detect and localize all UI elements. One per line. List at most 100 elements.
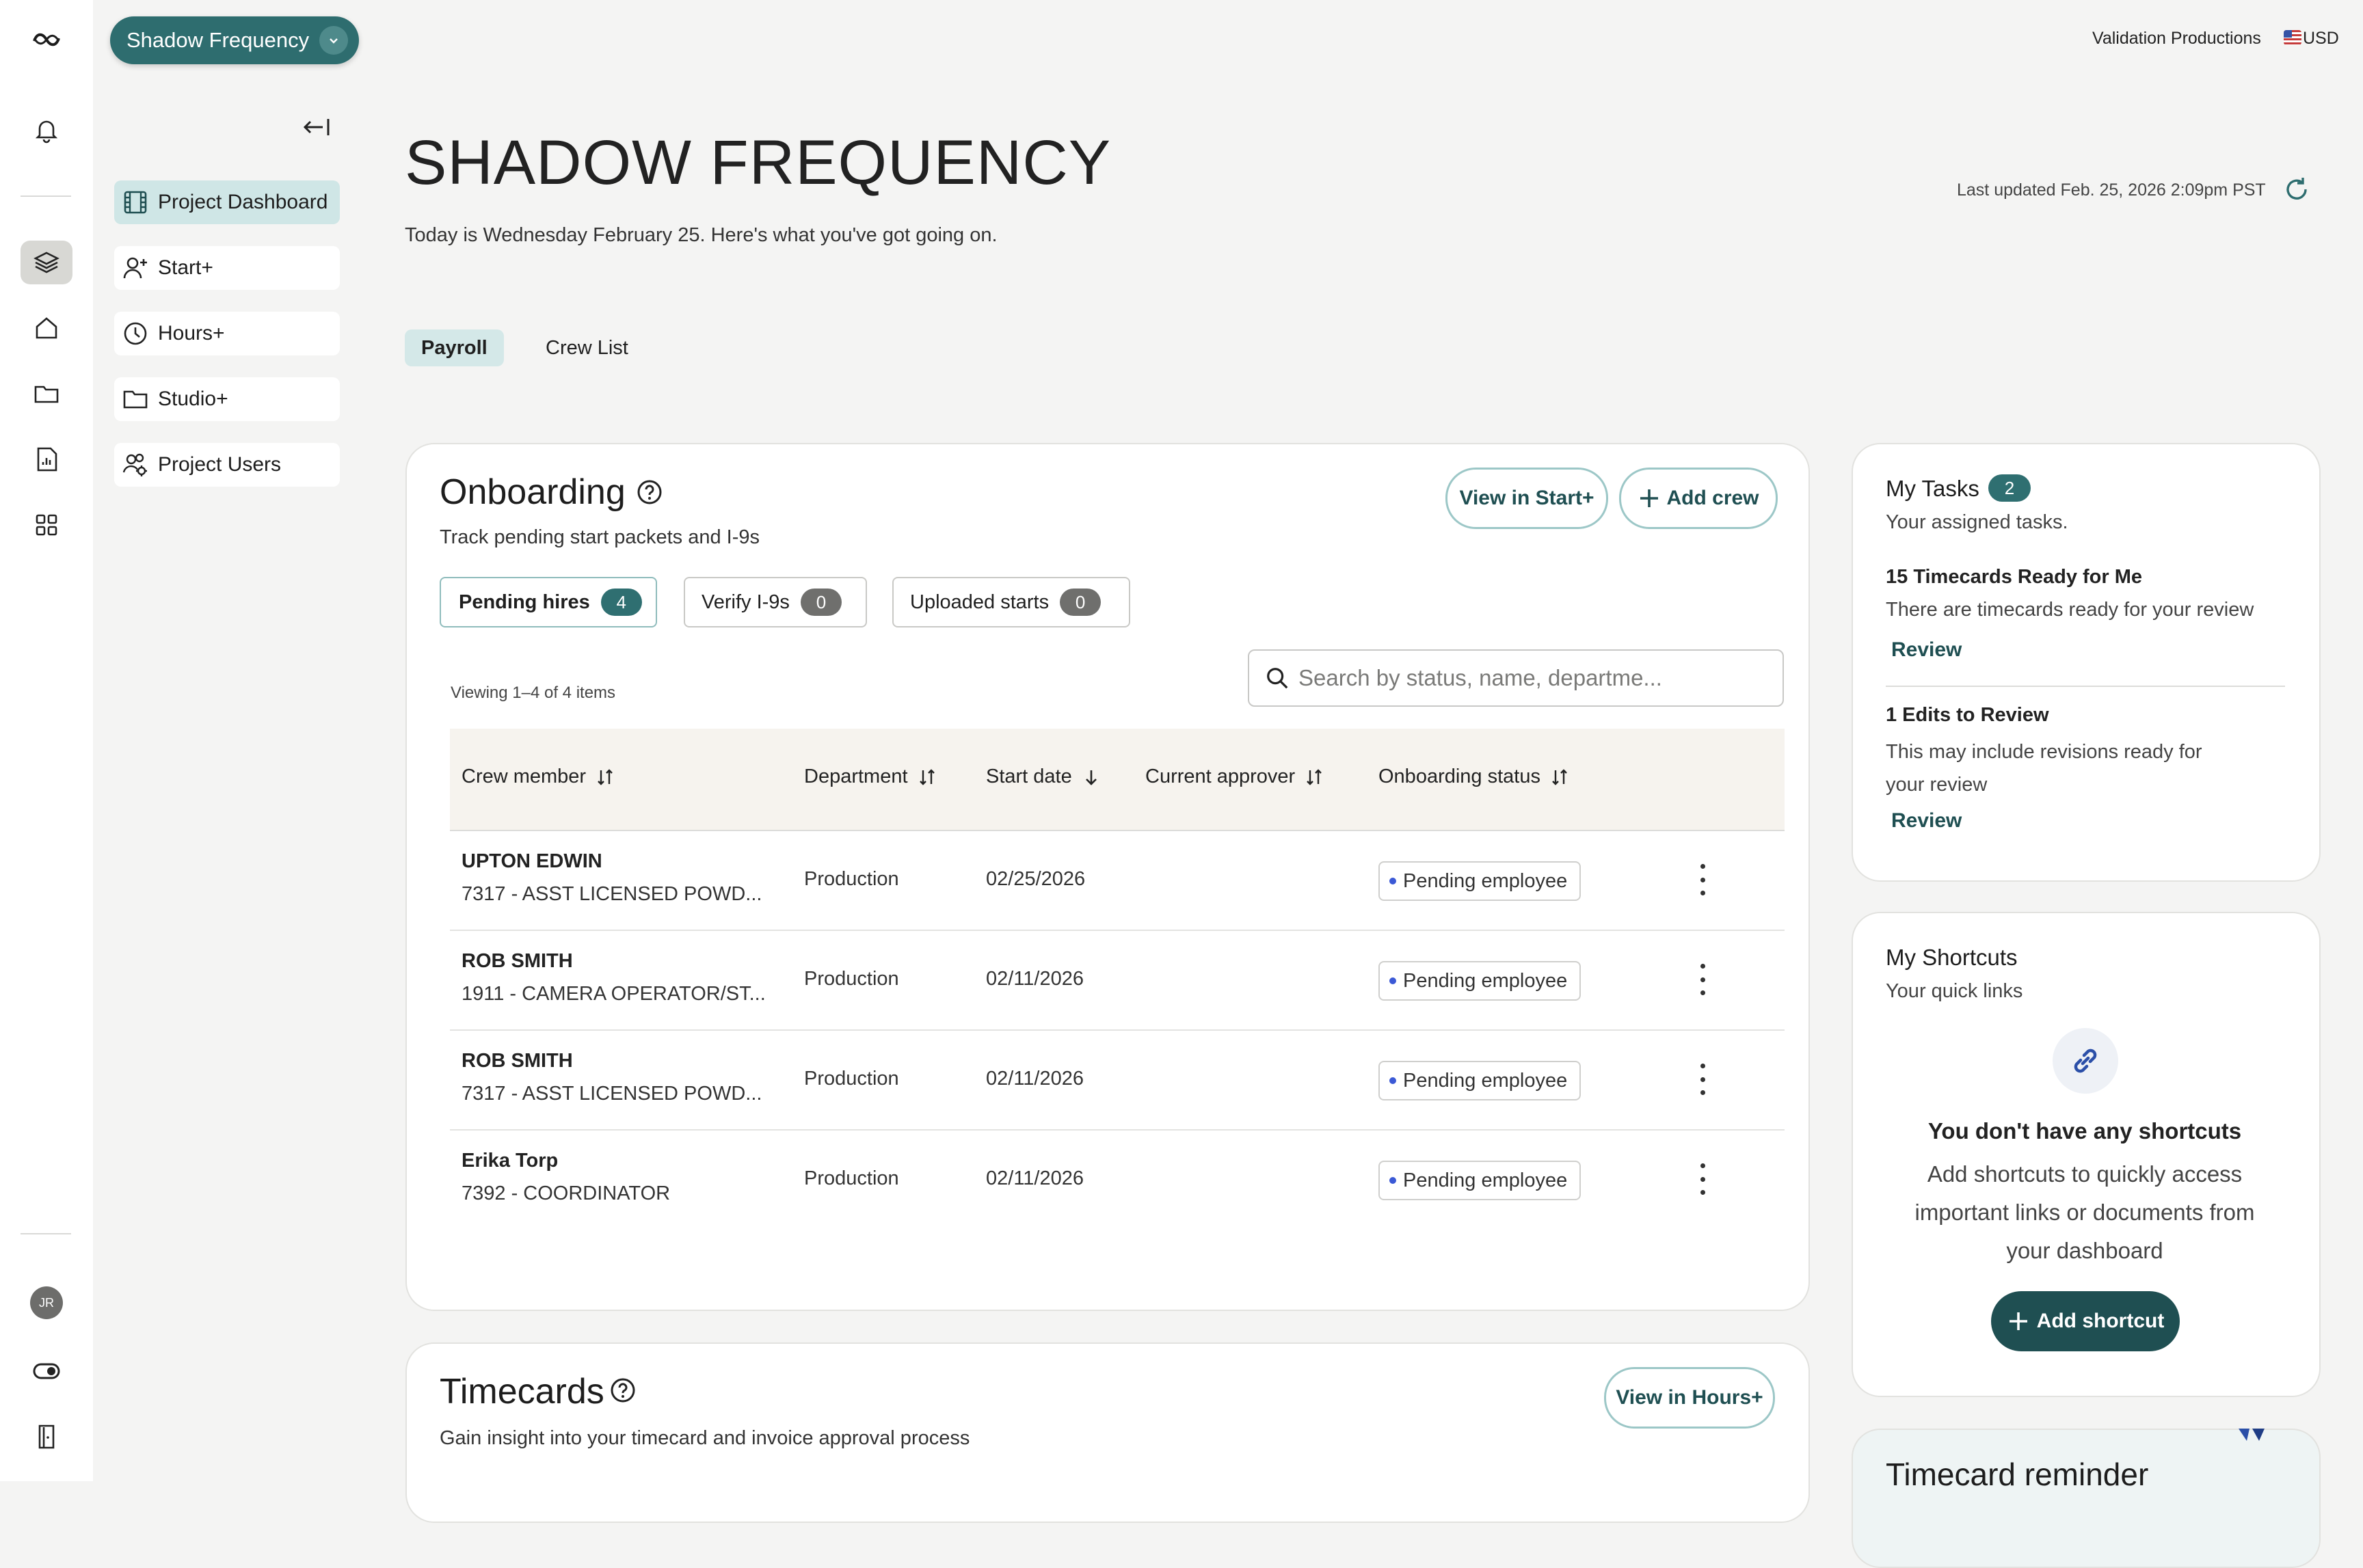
column-header-start-date[interactable]: Start date [986,766,1101,788]
chip-pending-hires[interactable]: Pending hires 4 [440,577,657,627]
last-updated: Last updated Feb. 25, 2026 2:09pm PST [1957,180,2266,200]
search-icon [1267,668,1288,689]
column-header-department[interactable]: Department [804,766,937,788]
view-in-hours-button[interactable]: View in Hours+ [1604,1367,1775,1429]
project-selector-label: Shadow Frequency [126,28,310,52]
add-crew-button[interactable]: Add crew [1619,468,1778,529]
logout-door-icon[interactable] [21,1415,72,1459]
task-description: There are timecards ready for your revie… [1886,599,2254,621]
sort-icon [1307,768,1322,785]
crew-role: 7317 - ASST LICENSED POWD... [462,1083,762,1105]
empty-shortcuts-description: Add shortcuts to quickly access importan… [1914,1161,2255,1263]
task-title: 1 Edits to Review [1886,704,2049,726]
company-name[interactable]: Validation Productions [2092,29,2261,49]
sidebar-item-label: Project Dashboard [158,191,328,213]
column-header-current-approver[interactable]: Current approver [1145,766,1324,788]
chip-verify-i9s[interactable]: Verify I-9s 0 [684,577,867,627]
row-menu-icon[interactable] [1689,1064,1716,1095]
task-description: This may include revisions ready for you… [1886,741,2202,796]
sidebar-item-start[interactable]: Start+ [114,246,340,290]
tab-crew-list[interactable]: Crew List [529,329,645,366]
user-add-icon [123,257,147,279]
sidebar-item-project-dashboard[interactable]: Project Dashboard [114,180,340,224]
timecard-reminder-card [1852,1429,2321,1568]
empty-shortcuts-title: You don't have any shortcuts [1927,1118,2242,1144]
toggle-icon[interactable] [21,1349,72,1393]
sort-icon [1552,768,1567,785]
status-dot [1389,977,1396,984]
table-row[interactable]: ROB SMITH 7317 - ASST LICENSED POWD... P… [450,1029,1785,1131]
avatar[interactable]: JR [30,1286,63,1319]
collapse-sidebar-icon[interactable] [301,113,332,141]
department-cell: Production [804,1068,899,1090]
apps-grid-icon[interactable] [21,503,72,547]
icon-rail: JR [0,0,94,1481]
decorative-shapes-icon [2236,1427,2267,1445]
start-date-cell: 02/25/2026 [986,868,1086,890]
tasks-count-badge: 2 [1988,474,2031,502]
chip-uploaded-starts[interactable]: Uploaded starts 0 [892,577,1130,627]
bell-icon[interactable] [21,108,72,152]
column-header-crew-member[interactable]: Crew member [462,766,615,788]
row-menu-icon[interactable] [1689,864,1716,895]
onboarding-subtitle: Track pending start packets and I-9s [440,526,760,548]
review-link[interactable]: Review [1891,809,1962,833]
timecard-reminder-title: Timecard reminder [1886,1457,2149,1492]
users-gear-icon [122,453,147,476]
brand-logo-icon[interactable] [21,18,72,62]
add-shortcut-button[interactable]: Add shortcut [1991,1291,2180,1351]
viewing-count: Viewing 1–4 of 4 items [451,684,616,702]
status-badge: Pending employee [1378,861,1581,901]
department-cell: Production [804,1167,899,1189]
row-menu-icon[interactable] [1689,1163,1716,1195]
folder-icon[interactable] [21,372,72,416]
chevron-down-icon [319,26,348,55]
link-icon [2053,1028,2118,1094]
currency-label[interactable]: USD [2303,29,2339,49]
refresh-icon[interactable] [2281,174,2312,205]
onboarding-title: Onboarding [440,472,626,512]
page-subtitle: Today is Wednesday February 25. Here's w… [405,224,998,246]
sidebar-item-hours[interactable]: Hours+ [114,312,340,355]
plus-icon [2009,1312,2027,1330]
my-shortcuts-title: My Shortcuts [1886,945,2018,970]
crew-name: ROB SMITH [462,950,573,972]
sidebar-item-label: Hours+ [158,322,225,344]
table-row[interactable]: Erika Torp 7392 - COORDINATOR Production… [450,1129,1785,1229]
sidebar-item-label: Studio+ [158,388,228,410]
review-link[interactable]: Review [1891,638,1962,662]
start-date-cell: 02/11/2026 [986,968,1084,990]
sidebar-item-label: Project Users [158,453,282,476]
my-shortcuts-subtitle: Your quick links [1886,980,2023,1002]
column-header-onboarding-status[interactable]: Onboarding status [1378,766,1569,788]
crew-role: 7392 - COORDINATOR [462,1182,671,1204]
clock-icon [124,322,147,345]
table-row[interactable]: ROB SMITH 1911 - CAMERA OPERATOR/ST... P… [450,930,1785,1031]
status-badge: Pending employee [1378,1061,1581,1100]
add-crew-label: Add crew [1666,487,1759,509]
search-placeholder: Search by status, name, departme... [1298,665,1662,690]
tab-payroll[interactable]: Payroll [405,329,504,366]
view-in-start-button[interactable]: View in Start+ [1445,468,1608,529]
table-header: Crew member Department Start date Curren… [450,729,1785,831]
chip-label: Uploaded starts [910,591,1050,613]
help-icon[interactable] [609,1377,637,1404]
us-flag-icon [2284,30,2301,45]
sidebar-item-label: Start+ [158,256,213,279]
layers-icon[interactable] [21,241,72,284]
table-row[interactable]: UPTON EDWIN 7317 - ASST LICENSED POWD...… [450,830,1785,931]
folder-icon [123,390,148,409]
crew-name: ROB SMITH [462,1050,573,1072]
home-icon[interactable] [21,306,72,350]
chip-label: Pending hires [459,591,590,613]
sidebar-item-studio[interactable]: Studio+ [114,377,340,421]
add-shortcut-label: Add shortcut [2036,1310,2165,1332]
sidebar-item-project-users[interactable]: Project Users [114,443,340,487]
project-selector[interactable]: Shadow Frequency [110,16,359,64]
sort-icon [919,768,935,785]
help-icon[interactable] [636,478,663,506]
report-icon[interactable] [21,437,72,481]
timecards-title: Timecards [440,1372,604,1411]
search-input[interactable]: Search by status, name, departme... [1248,649,1784,707]
row-menu-icon[interactable] [1689,964,1716,995]
